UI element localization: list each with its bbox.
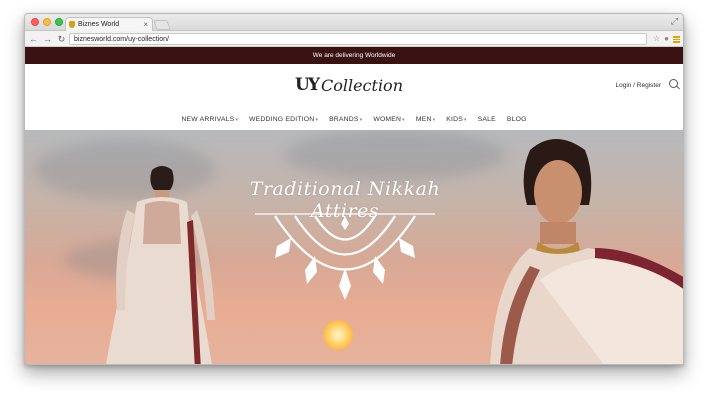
forward-icon[interactable]: → — [42, 32, 53, 46]
nav-women[interactable]: WOMEN▾ — [373, 116, 405, 123]
browser-tab[interactable]: Biznes World × — [65, 17, 153, 31]
close-tab-icon[interactable]: × — [143, 18, 148, 31]
cloud — [285, 130, 505, 180]
star-icon[interactable]: ☆ — [653, 33, 660, 45]
extension-icon[interactable]: ● — [664, 33, 669, 45]
maximize-window-button[interactable] — [55, 18, 63, 26]
logo-mark: UY — [295, 75, 320, 95]
nav-sale[interactable]: SALE — [478, 116, 496, 123]
back-icon[interactable]: ← — [28, 32, 39, 46]
chevron-down-icon: ▾ — [432, 117, 436, 123]
url-text: biznesworld.com/uy-collection/ — [74, 36, 169, 43]
nav-kids[interactable]: KIDS▾ — [446, 116, 466, 123]
logo-text: Collection — [320, 75, 403, 95]
minimize-window-button[interactable] — [43, 18, 51, 26]
hero-banner[interactable]: Traditional Nikkah Attires — [25, 130, 683, 364]
browser-toolbar: ← → ↻ biznesworld.com/uy-collection/ ☆ ● — [25, 31, 683, 47]
mandala-ornament-icon — [255, 213, 435, 300]
nav-men[interactable]: MEN▾ — [416, 116, 435, 123]
menu-icon[interactable] — [673, 35, 680, 43]
nav-wedding-edition[interactable]: WEDDING EDITION▾ — [249, 116, 318, 123]
main-navigation: NEW ARRIVALS▾ WEDDING EDITION▾ BRANDS▾ W… — [25, 109, 683, 131]
sunset-sun — [323, 320, 353, 350]
model-left-image — [106, 166, 215, 364]
announcement-bar: We are delivering Worldwide — [25, 47, 683, 64]
favicon-icon — [69, 21, 75, 28]
tab-title: Biznes World — [78, 21, 120, 28]
new-tab-button[interactable] — [153, 20, 171, 30]
chevron-down-icon: ▾ — [235, 117, 239, 123]
browser-window: Biznes World × ⤢ ← → ↻ biznesworld.com/u… — [24, 13, 684, 365]
login-register-link[interactable]: Login / Register — [615, 82, 661, 89]
nav-new-arrivals[interactable]: NEW ARRIVALS▾ — [181, 116, 238, 123]
window-controls — [31, 18, 63, 26]
chevron-down-icon: ▾ — [402, 117, 405, 123]
close-window-button[interactable] — [31, 18, 39, 26]
chevron-down-icon: ▾ — [315, 117, 319, 123]
site-logo[interactable]: UY Collection — [295, 75, 403, 95]
chevron-down-icon: ▾ — [359, 117, 363, 123]
title-bar: Biznes World × ⤢ — [25, 14, 683, 31]
reload-icon[interactable]: ↻ — [56, 32, 67, 46]
fullscreen-icon[interactable]: ⤢ — [671, 16, 678, 27]
address-bar[interactable]: biznesworld.com/uy-collection/ — [69, 33, 647, 45]
search-icon[interactable] — [669, 79, 678, 88]
toolbar-actions: ☆ ● — [653, 33, 680, 45]
site-header: UY Collection Login / Register — [25, 64, 683, 109]
nav-blog[interactable]: BLOG — [507, 116, 527, 123]
nav-brands[interactable]: BRANDS▾ — [329, 116, 362, 123]
chevron-down-icon: ▾ — [463, 117, 467, 123]
announcement-text: We are delivering Worldwide — [312, 52, 396, 59]
model-right-image — [490, 139, 683, 364]
